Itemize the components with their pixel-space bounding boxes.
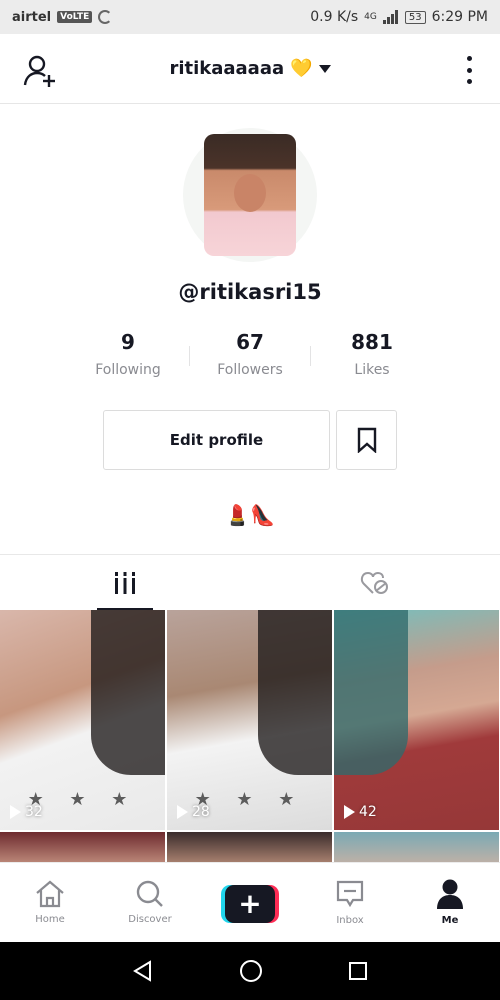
avatar[interactable] (183, 128, 317, 262)
back-icon[interactable] (132, 960, 154, 982)
status-left: airtel VoLTE (12, 9, 113, 25)
heart-emoji: 💛 (290, 58, 313, 79)
stat-likes[interactable]: 881 Likes (312, 330, 432, 390)
carrier-name: airtel (12, 9, 52, 25)
thumbnail-image (334, 610, 409, 775)
username-title: ritikaaaaaa (169, 58, 285, 79)
video-thumbnail[interactable]: ★ ★ ★ 32 (0, 610, 165, 830)
liked-videos-icon (360, 571, 388, 594)
profile-bio: 💄👠 (225, 503, 275, 527)
stat-divider (310, 346, 311, 366)
profile-stats: 9 Following 67 Followers 881 Likes (68, 330, 432, 390)
volte-badge: VoLTE (57, 11, 93, 23)
video-thumbnail[interactable]: ★ ★ ★ 28 (167, 610, 332, 830)
add-user-icon (23, 55, 55, 87)
stat-label: Likes (354, 362, 390, 378)
sync-icon (98, 10, 113, 24)
play-icon (177, 805, 188, 819)
nav-label: Home (35, 914, 65, 925)
battery-indicator: 53 (404, 10, 426, 24)
nav-create[interactable]: + (200, 863, 300, 942)
content-tabs (0, 554, 500, 611)
network-speed: 0.9 K/s (310, 9, 359, 25)
bookmark-icon (357, 427, 376, 453)
clock: 6:29 PM (431, 9, 488, 25)
system-nav-bar (0, 942, 500, 1000)
view-count-value: 28 (192, 804, 210, 820)
stat-following[interactable]: 9 Following (68, 330, 188, 390)
home-icon (36, 880, 64, 908)
more-options-button[interactable] (464, 56, 474, 84)
bottom-nav: Home Discover + Inbox Me (0, 862, 500, 942)
recents-icon[interactable] (348, 961, 368, 981)
view-count-value: 32 (25, 804, 43, 820)
stat-followers[interactable]: 67 Followers (190, 330, 310, 390)
video-thumbnail[interactable] (167, 832, 332, 862)
favorites-button[interactable] (336, 410, 397, 470)
stat-value: 9 (121, 330, 135, 354)
stat-value: 67 (236, 330, 264, 354)
stat-value: 881 (351, 330, 393, 354)
video-thumbnail[interactable] (0, 832, 165, 862)
play-icon (10, 805, 21, 819)
add-friend-button[interactable] (22, 54, 60, 88)
play-icon (344, 805, 355, 819)
video-thumbnail[interactable]: 42 (334, 610, 499, 830)
account-switcher[interactable]: ritikaaaaaa 💛 (169, 58, 331, 79)
videos-grid-icon (115, 572, 135, 594)
nav-label: Me (441, 915, 459, 926)
nav-label: Inbox (336, 915, 364, 926)
view-count: 42 (344, 804, 377, 820)
status-bar: airtel VoLTE 0.9 K/s 4G 53 6:29 PM (0, 0, 500, 34)
nav-discover[interactable]: Discover (100, 863, 200, 942)
chevron-down-icon (318, 64, 331, 73)
stat-label: Followers (217, 362, 283, 378)
nav-me[interactable]: Me (400, 863, 500, 942)
stat-label: Following (95, 362, 161, 378)
signal-icon (382, 10, 398, 24)
profile-handle: @ritikasri15 (178, 280, 322, 304)
view-count: 32 (10, 804, 43, 820)
create-button: + (221, 884, 279, 923)
thumbnail-image (257, 610, 332, 775)
status-right: 0.9 K/s 4G 53 6:29 PM (310, 9, 488, 25)
nav-inbox[interactable]: Inbox (300, 863, 400, 942)
plus-icon: + (225, 884, 275, 923)
view-count: 28 (177, 804, 210, 820)
video-thumbnail[interactable] (334, 832, 499, 862)
avatar-photo (204, 134, 296, 256)
video-grid: ★ ★ ★ 32 ★ ★ ★ 28 42 (0, 610, 500, 862)
view-count-value: 42 (359, 804, 377, 820)
nav-home[interactable]: Home (0, 863, 100, 942)
home-circle-icon[interactable] (239, 959, 263, 983)
edit-profile-button[interactable]: Edit profile (103, 410, 330, 470)
network-type: 4G (364, 12, 377, 22)
tab-liked[interactable] (250, 555, 500, 611)
profile-header: ritikaaaaaa 💛 (0, 34, 500, 104)
search-icon (136, 880, 163, 907)
more-dot-icon (466, 56, 472, 61)
thumbnail-image (90, 610, 165, 775)
nav-label: Discover (128, 914, 172, 925)
profile-icon (437, 879, 463, 909)
inbox-icon (336, 880, 364, 908)
more-dot-icon (466, 79, 472, 84)
tab-videos[interactable] (0, 555, 250, 611)
more-dot-icon (466, 67, 472, 73)
